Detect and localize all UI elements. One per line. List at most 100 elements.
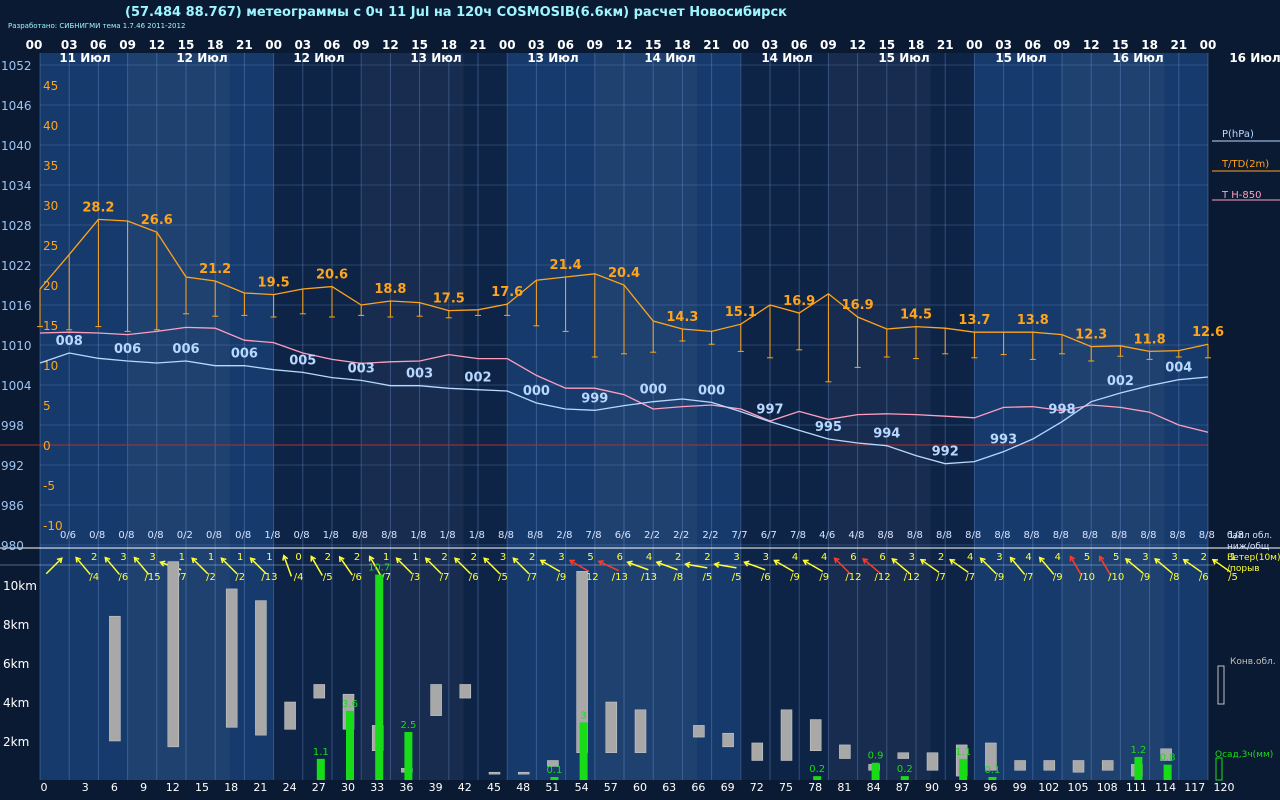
wind-speed-label: 4 xyxy=(967,552,973,563)
temperature-value-label: 11.8 xyxy=(1134,332,1166,347)
time-tick-label: 06 xyxy=(557,38,574,52)
pressure-tick-label: 980 xyxy=(1,539,24,553)
cloud-km-label: 10km xyxy=(3,579,37,593)
wind-speed-label: 3 xyxy=(149,552,155,563)
precip-value-label: 0.1 xyxy=(984,765,1000,776)
wind-gust-label: /7 xyxy=(1024,572,1034,583)
wind-speed-label: 4 xyxy=(1055,552,1061,563)
precip-bar xyxy=(900,776,909,780)
temperature-value-label: 14.5 xyxy=(900,308,932,323)
temperature-value-label: 19.5 xyxy=(258,276,290,291)
precip-value-label: 1.2 xyxy=(1130,745,1146,756)
pressure-tick-label: 1046 xyxy=(1,99,32,113)
legend-temperature: T/TD(2m) xyxy=(1221,159,1269,170)
cloud-cover-label: 0/6 xyxy=(60,530,76,541)
wind-speed-label: 4 xyxy=(821,552,827,563)
precip-legend-bar xyxy=(1215,757,1223,781)
precip-bar xyxy=(579,722,588,780)
temperature-value-label: 18.8 xyxy=(374,282,406,297)
pressure-value-label: 999 xyxy=(581,391,608,406)
wind-gust-label: /6 xyxy=(469,572,479,583)
forecast-step-label: 84 xyxy=(867,781,881,794)
temperature-value-label: 12.3 xyxy=(1075,328,1107,343)
precip-bar xyxy=(988,777,997,780)
precip-bar xyxy=(871,762,880,780)
wind-speed-label: 5 xyxy=(1113,552,1119,563)
pressure-tick-label: 1004 xyxy=(1,379,32,393)
time-tick-label: 15 xyxy=(878,38,895,52)
cloud-bar xyxy=(926,752,939,771)
wind-gust-label: /8 xyxy=(673,572,683,583)
precip-bar xyxy=(1134,756,1143,780)
cloud-km-label: 8km xyxy=(3,618,29,632)
forecast-step-label: 75 xyxy=(779,781,793,794)
forecast-step-label: 33 xyxy=(370,781,384,794)
precip-bar xyxy=(346,710,354,780)
cloud-km-label: 2km xyxy=(3,735,29,749)
cloud-cover-label: 1/8 xyxy=(323,530,339,541)
cloud-cover-label: 8/8 xyxy=(1053,530,1069,541)
time-tick-label: 00 xyxy=(1200,38,1217,52)
date-label: 14 Июл xyxy=(644,51,695,65)
forecast-step-label: 105 xyxy=(1068,781,1089,794)
cloud-cover-label: 2/8 xyxy=(556,530,572,541)
wind-speed-label: 4 xyxy=(646,552,652,563)
cloud-km-label: 6km xyxy=(3,657,29,671)
cloud-bar xyxy=(313,684,326,699)
time-tick-label: 09 xyxy=(820,38,837,52)
forecast-step-label: 63 xyxy=(662,781,676,794)
precip-bar xyxy=(404,732,413,780)
wind-gust-label: /7 xyxy=(440,572,450,583)
temperature-value-label: 20.4 xyxy=(608,266,640,281)
wind-gust-label: /6 xyxy=(1199,572,1209,583)
cloud-cover-label: 8/8 xyxy=(498,530,514,541)
cloud-bar xyxy=(693,725,705,738)
time-tick-label: 06 xyxy=(324,38,341,52)
wind-speed-label: 3 xyxy=(500,552,506,563)
time-tick-label: 12 xyxy=(1083,38,1100,52)
cloud-cover-label: 0/8 xyxy=(89,530,105,541)
forecast-step-label: 87 xyxy=(896,781,910,794)
wind-speed-label: 2 xyxy=(1201,552,1207,563)
forecast-step-label: 9 xyxy=(140,781,147,794)
precip-value-label: 2.5 xyxy=(400,720,416,731)
temperature-value-label: 14.3 xyxy=(666,310,698,325)
pressure-value-label: 006 xyxy=(172,342,199,357)
wind-speed-label: 6 xyxy=(617,552,623,563)
time-tick-label: 15 xyxy=(411,38,428,52)
wind-speed-label: 4 xyxy=(1025,552,1031,563)
pressure-tick-label: 1028 xyxy=(1,219,32,233)
cloud-cover-label: 7/8 xyxy=(586,530,602,541)
temp-tick-label: 5 xyxy=(43,399,51,413)
wind-speed-label: 2 xyxy=(938,552,944,563)
cloud-cover-label: 1/8 xyxy=(410,530,426,541)
precip-value-label: 0.2 xyxy=(809,764,825,775)
meteogram-root: (57.484 88.767) метеограммы с 0ч 11 Jul … xyxy=(0,0,1280,800)
cloud-bar xyxy=(488,771,501,775)
forecast-step-label: 48 xyxy=(516,781,530,794)
time-tick-label: 03 xyxy=(762,38,779,52)
time-tick-label: 21 xyxy=(937,38,954,52)
cloud-cover-label: 4/8 xyxy=(848,530,864,541)
wind-gust-label: /4 xyxy=(89,572,99,583)
temp-tick-label: 40 xyxy=(43,119,58,133)
forecast-step-label: 120 xyxy=(1214,781,1235,794)
cloud-cover-label: 7/7 xyxy=(732,530,748,541)
time-tick-label: 00 xyxy=(499,38,516,52)
wind-gust-label: /13 xyxy=(612,572,628,583)
forecast-step-label: 27 xyxy=(312,781,326,794)
pressure-tick-label: 986 xyxy=(1,499,24,513)
time-tick-label: 03 xyxy=(294,38,311,52)
pressure-value-label: 992 xyxy=(932,445,959,460)
wind-gust-label: /12 xyxy=(904,572,920,583)
cloud-cover-label: 0/8 xyxy=(118,530,134,541)
wind-speed-label: 3 xyxy=(1142,552,1148,563)
time-tick-label: 00 xyxy=(732,38,749,52)
temperature-value-label: 16.9 xyxy=(783,294,815,309)
wind-gust-label: /6 xyxy=(119,572,129,583)
wind-gust-label: /12 xyxy=(845,572,861,583)
wind-speed-label: 3 xyxy=(120,552,126,563)
precip-value-label: 0.1 xyxy=(546,765,562,776)
time-tick-label: 21 xyxy=(236,38,253,52)
wind-speed-label: 3 xyxy=(733,552,739,563)
